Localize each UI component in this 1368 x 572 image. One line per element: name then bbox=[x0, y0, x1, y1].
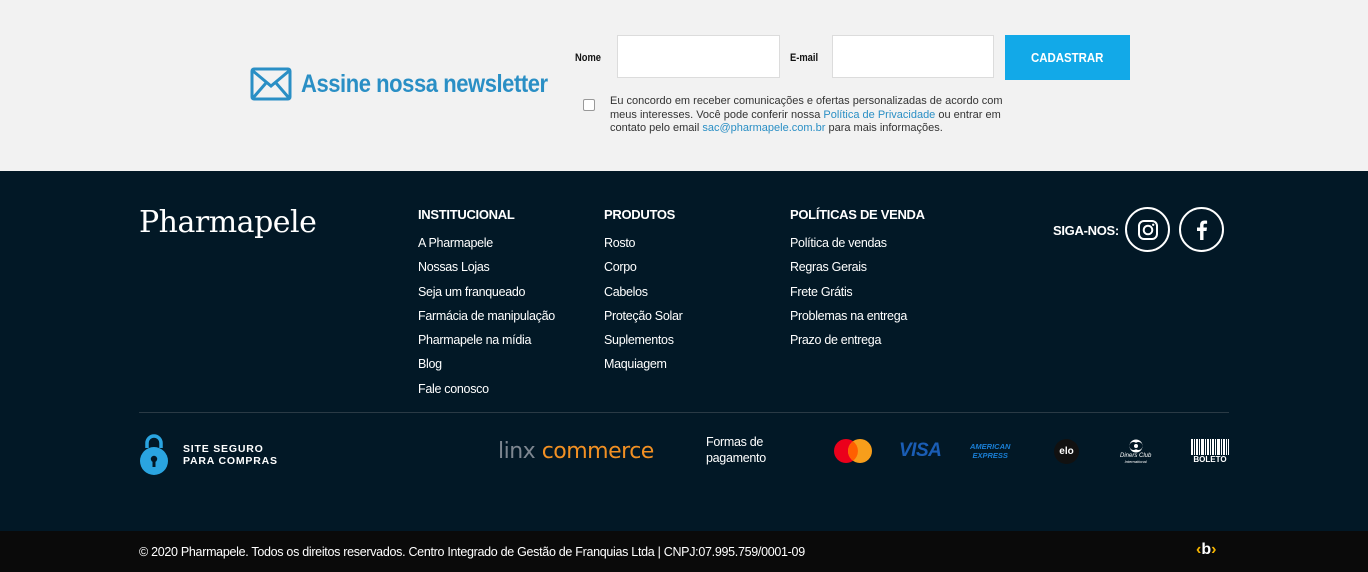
amex-line-2: EXPRESS bbox=[972, 451, 1008, 460]
email-input[interactable] bbox=[832, 35, 994, 78]
footer-link[interactable]: Corpo bbox=[604, 255, 683, 279]
newsletter-title: Assine nossa newsletter bbox=[301, 69, 548, 98]
consent-checkbox[interactable] bbox=[583, 99, 595, 111]
pharmapele-logo[interactable]: Pharmapele bbox=[139, 205, 317, 240]
linx-commerce-logo: linx commerce bbox=[498, 439, 654, 464]
footer-link[interactable]: Nossas Lojas bbox=[418, 255, 555, 279]
footer-link[interactable]: Suplementos bbox=[604, 328, 683, 352]
privacy-policy-link[interactable]: Política de Privacidade bbox=[823, 109, 935, 121]
newsletter-heading: Assine nossa newsletter bbox=[250, 67, 581, 101]
column-heading: INSTITUCIONAL bbox=[418, 207, 515, 222]
newsletter-section: Assine nossa newsletter Nome E-mail CADA… bbox=[0, 0, 1368, 171]
visa-icon: VISA bbox=[899, 436, 942, 466]
secure-line-2: PARA COMPRAS bbox=[183, 454, 278, 467]
footer-divider bbox=[139, 412, 1229, 413]
footer-link[interactable]: Proteção Solar bbox=[604, 304, 683, 328]
copyright-text: © 2020 Pharmapele. Todos os direitos res… bbox=[139, 545, 805, 559]
mastercard-icon bbox=[832, 436, 874, 466]
payment-label-line-2: pagamento bbox=[706, 450, 766, 465]
subscribe-button-label: CADASTRAR bbox=[1031, 50, 1104, 65]
subscribe-button[interactable]: CADASTRAR bbox=[1005, 35, 1130, 80]
support-email-link[interactable]: sac@pharmapele.com.br bbox=[702, 122, 825, 134]
footer-link[interactable]: Prazo de entrega bbox=[790, 328, 925, 352]
footer-link[interactable]: Fale conosco bbox=[418, 377, 555, 401]
secure-line-1: SITE SEGURO bbox=[183, 442, 264, 455]
footer: Pharmapele INSTITUCIONAL A Pharmapele No… bbox=[0, 171, 1368, 531]
linx-logo-part-2: commerce bbox=[541, 439, 655, 464]
payment-label-line-1: Formas de bbox=[706, 435, 764, 449]
footer-link[interactable]: Problemas na entrega bbox=[790, 304, 925, 328]
amex-line-1: AMERICAN bbox=[970, 442, 1011, 451]
footer-link[interactable]: Frete Grátis bbox=[790, 280, 925, 304]
column-heading: PRODUTOS bbox=[604, 207, 676, 222]
footer-link[interactable]: Blog bbox=[418, 352, 555, 376]
footer-column-institucional: INSTITUCIONAL A Pharmapele Nossas Lojas … bbox=[418, 207, 555, 401]
amex-icon: AMERICAN EXPRESS bbox=[970, 436, 1010, 466]
footer-link[interactable]: Rosto bbox=[604, 231, 683, 255]
linx-logo-part-1: linx bbox=[498, 439, 536, 464]
footer-link[interactable]: Cabelos bbox=[604, 280, 683, 304]
footer-column-politicas: POLÍTICAS DE VENDA Política de vendas Re… bbox=[790, 207, 925, 352]
footer-link[interactable]: Política de vendas bbox=[790, 231, 925, 255]
footer-link[interactable]: Maquiagem bbox=[604, 352, 683, 376]
elo-text: elo bbox=[1054, 438, 1079, 464]
name-label: Nome bbox=[575, 52, 601, 64]
footer-link[interactable]: Pharmapele na mídia bbox=[418, 328, 555, 352]
footer-link[interactable]: A Pharmapele bbox=[418, 231, 555, 255]
facebook-icon[interactable] bbox=[1179, 207, 1224, 252]
footer-link[interactable]: Regras Gerais bbox=[790, 255, 925, 279]
consent-suffix: para mais informações. bbox=[825, 122, 943, 134]
elo-icon: elo bbox=[1054, 436, 1079, 466]
padlock-icon bbox=[140, 434, 168, 475]
boleto-text: BOLETO bbox=[1193, 454, 1227, 464]
visa-text: VISA bbox=[899, 440, 942, 461]
consent-text: Eu concordo em receber comunicações e of… bbox=[610, 95, 1030, 136]
diners-club-icon: Diners Club International bbox=[1120, 436, 1151, 466]
instagram-icon[interactable] bbox=[1125, 207, 1170, 252]
bottom-bar: © 2020 Pharmapele. Todos os direitos res… bbox=[0, 531, 1368, 572]
name-input[interactable] bbox=[617, 35, 780, 78]
secure-site-badge: SITE SEGURO PARA COMPRAS bbox=[139, 433, 278, 476]
diners-line-2: International bbox=[1124, 458, 1147, 464]
email-label: E-mail bbox=[790, 52, 819, 64]
payment-label: Formas de pagamento bbox=[706, 435, 766, 466]
footer-link[interactable]: Farmácia de manipulação bbox=[418, 304, 555, 328]
footer-link[interactable]: Seja um franqueado bbox=[418, 280, 555, 304]
social-label: SIGA-NOS: bbox=[1053, 223, 1119, 238]
footer-column-produtos: PRODUTOS Rosto Corpo Cabelos Proteção So… bbox=[604, 207, 683, 377]
boleto-icon: BOLETO bbox=[1191, 436, 1229, 466]
envelope-icon bbox=[250, 67, 292, 101]
agency-logo[interactable]: ‹b› bbox=[1196, 541, 1216, 559]
column-heading: POLÍTICAS DE VENDA bbox=[790, 207, 925, 222]
